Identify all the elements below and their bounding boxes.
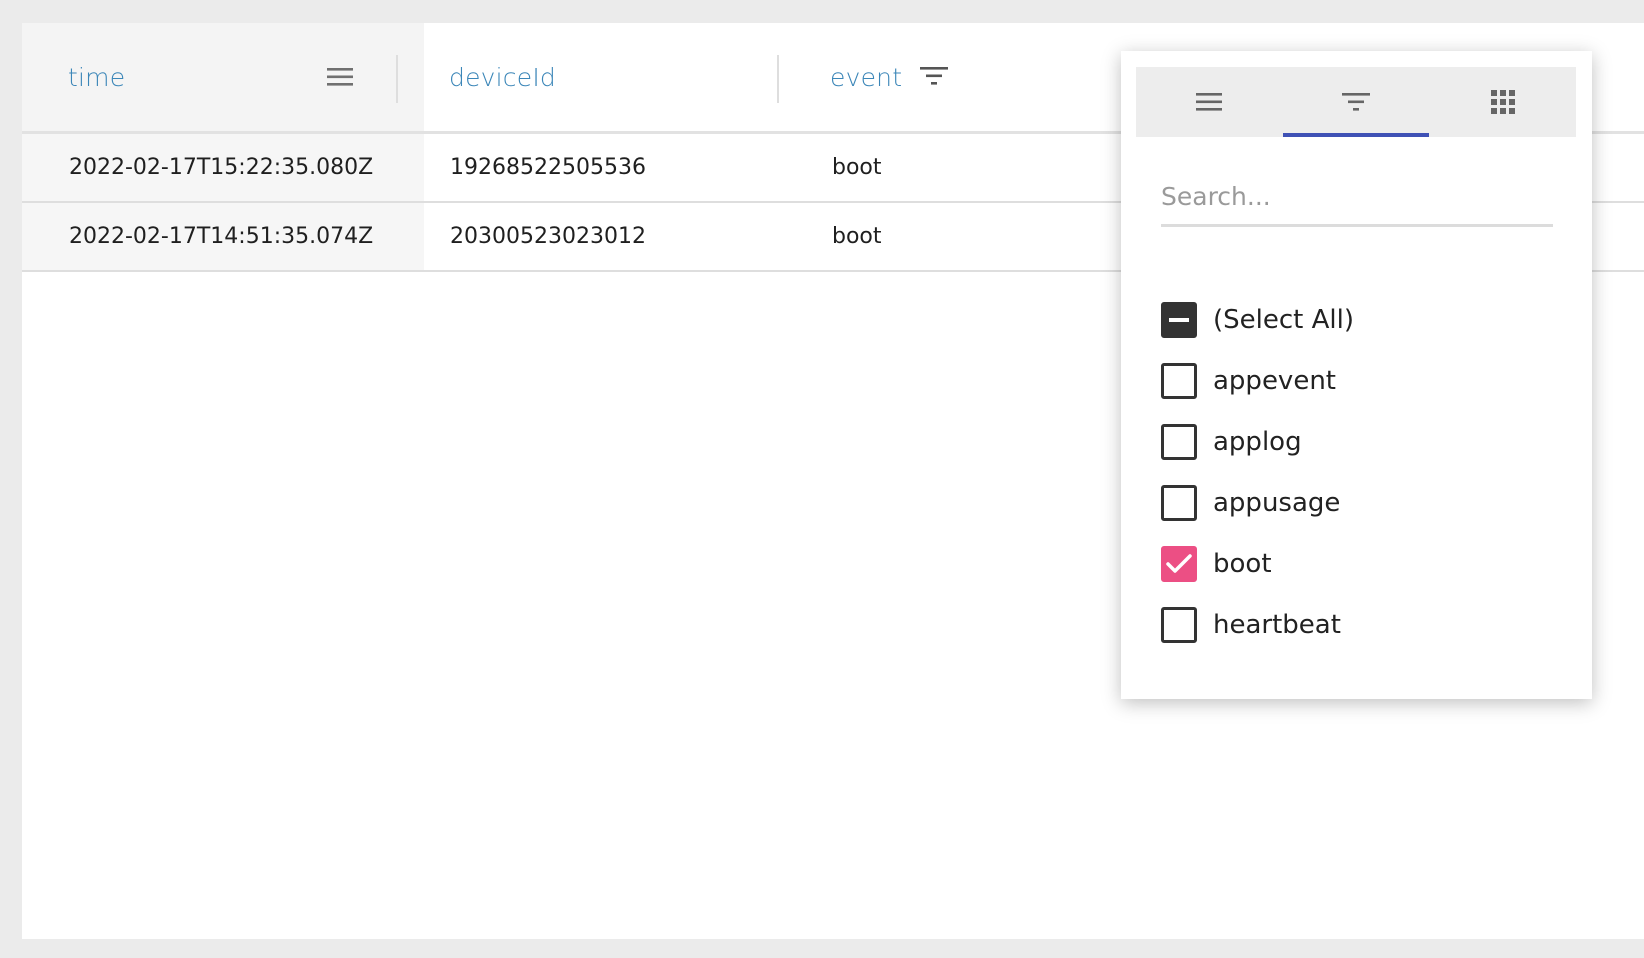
- filter-option-label: boot: [1213, 549, 1272, 579]
- filter-option-boot[interactable]: boot: [1161, 544, 1272, 584]
- filter-option-appusage[interactable]: appusage: [1161, 483, 1340, 523]
- column-filter-popup: (Select All) appevent applog appusage bo…: [1121, 51, 1592, 699]
- filter-option-heartbeat[interactable]: heartbeat: [1161, 605, 1341, 645]
- filter-option-label: appusage: [1213, 488, 1341, 518]
- cell-event: boot: [832, 224, 882, 249]
- tab-general-menu[interactable]: [1136, 67, 1282, 137]
- filter-option-applog[interactable]: applog: [1161, 422, 1302, 462]
- checkbox-indeterminate[interactable]: [1161, 302, 1197, 338]
- filter-option-select-all[interactable]: (Select All): [1161, 300, 1354, 340]
- checkbox-checked[interactable]: [1161, 546, 1197, 582]
- filter-option-appevent[interactable]: appevent: [1161, 361, 1336, 401]
- columns-grid-icon: [1490, 89, 1516, 115]
- column-resize-handle[interactable]: [777, 55, 779, 103]
- filter-option-label: (Select All): [1213, 305, 1354, 335]
- popup-tab-bar: [1136, 67, 1576, 137]
- filter-option-label: appevent: [1213, 366, 1336, 396]
- column-header-deviceid[interactable]: deviceId: [424, 23, 804, 131]
- tab-filter[interactable]: [1283, 67, 1429, 137]
- column-menu-icon[interactable]: [326, 65, 354, 89]
- cell-deviceid: 19268522505536: [450, 155, 646, 180]
- checkbox[interactable]: [1161, 363, 1197, 399]
- column-label-event: event: [830, 62, 903, 92]
- checkbox[interactable]: [1161, 485, 1197, 521]
- column-label-time: time: [68, 62, 126, 92]
- cell-deviceid: 20300523023012: [450, 224, 646, 249]
- column-resize-handle[interactable]: [396, 55, 398, 103]
- cell-time: 2022-02-17T14:51:35.074Z: [69, 224, 374, 249]
- filter-option-label: heartbeat: [1213, 610, 1341, 640]
- checkbox[interactable]: [1161, 424, 1197, 460]
- column-label-deviceid: deviceId: [449, 62, 556, 92]
- filter-icon: [1342, 91, 1370, 113]
- menu-icon: [1195, 90, 1223, 114]
- filter-icon[interactable]: [920, 65, 949, 87]
- checkmark-icon: [1166, 554, 1192, 573]
- filter-option-label: applog: [1213, 427, 1302, 457]
- checkbox[interactable]: [1161, 607, 1197, 643]
- column-header-time[interactable]: time: [22, 23, 424, 131]
- filter-search-input[interactable]: [1161, 175, 1553, 227]
- cell-event: boot: [832, 155, 882, 180]
- cell-time: 2022-02-17T15:22:35.080Z: [69, 155, 374, 180]
- tab-columns[interactable]: [1430, 67, 1576, 137]
